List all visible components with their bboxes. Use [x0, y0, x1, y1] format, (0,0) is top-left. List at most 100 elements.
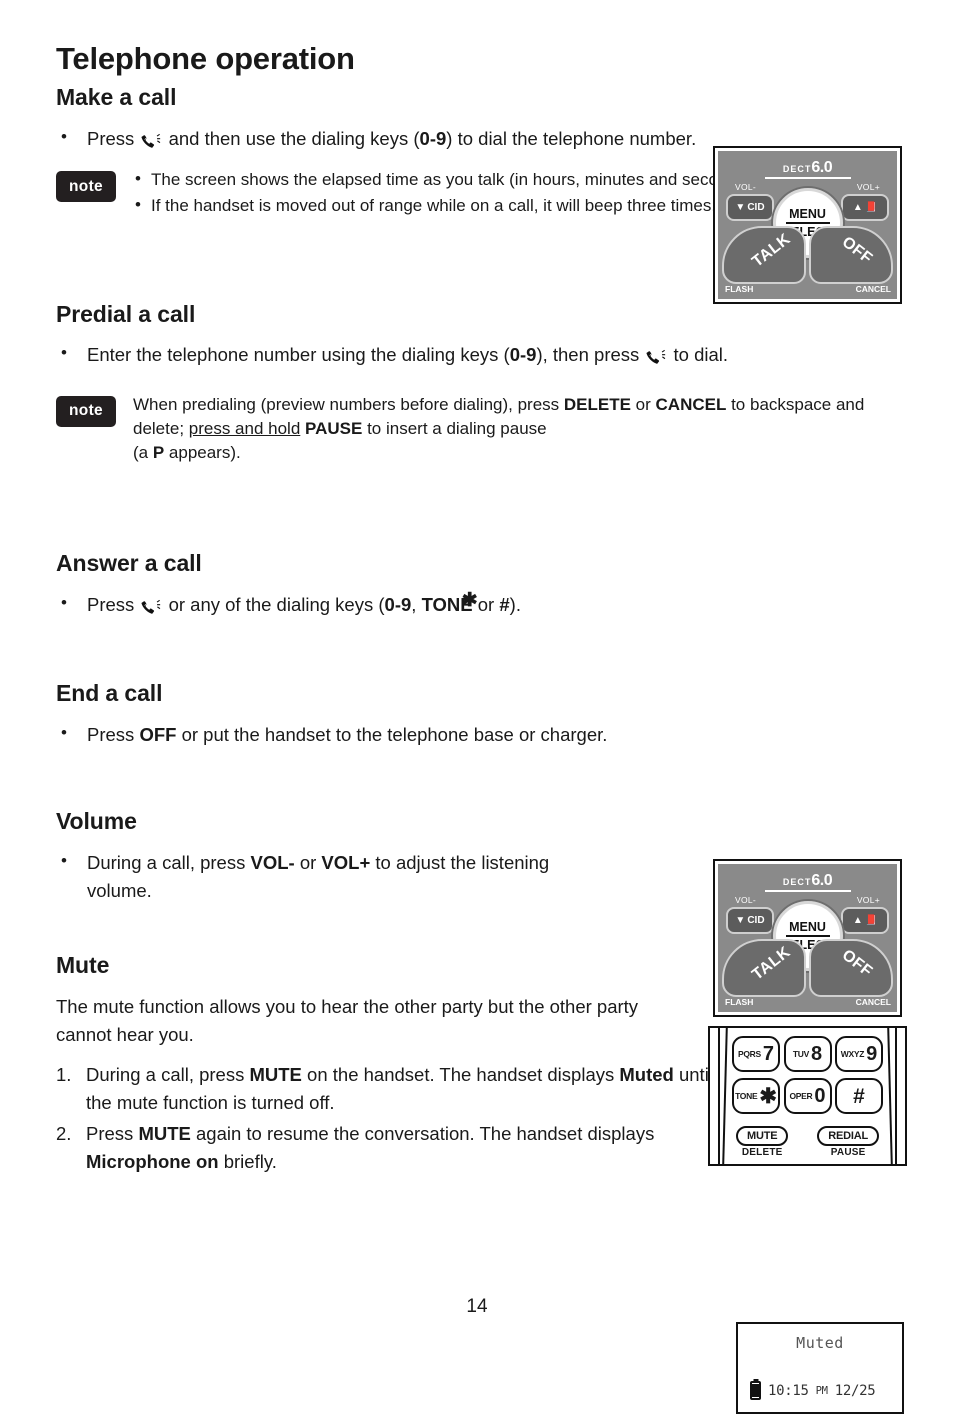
menu-divider: [785, 222, 830, 224]
talk-button: TALK: [722, 226, 806, 284]
pause-symbol: P: [152, 442, 165, 462]
key-off: OFF: [139, 723, 177, 745]
mute-button: MUTE: [736, 1126, 789, 1146]
handset-keypad-illustration: DECT6.0 VOL- VOL+ ▼ CID ▲ 📕 MENU SELECT TA…: [718, 151, 897, 299]
list-item: During a call, press VOL- or VOL+ to adj…: [56, 848, 616, 905]
note-paragraph: When predialing (preview numbers before …: [133, 393, 886, 465]
text-fragment: or any of the dialing keys (: [168, 593, 385, 615]
off-label: OFF: [838, 946, 875, 981]
keys-range: 0-9: [384, 593, 412, 615]
key-letters: TUV: [792, 1049, 809, 1059]
page-number: 14: [466, 1296, 488, 1317]
lcd-ampm: PM: [815, 1384, 828, 1397]
section-answer-a-call: Answer a call Press TALK or any of the d…: [56, 550, 886, 618]
key-9: WXYZ 9: [835, 1036, 883, 1072]
key-digit: 8: [810, 1043, 823, 1065]
key-digit: 7: [762, 1043, 774, 1065]
text-fragment: and then use the dialing keys (: [168, 127, 420, 149]
dect-branding: DECT6.0: [718, 159, 897, 177]
handset-keypad-illustration: DECT6.0 VOL- VOL+ ▼ CID ▲ 📕 MENU SELECT TA…: [718, 864, 897, 1012]
key-letters: WXYZ: [840, 1049, 865, 1059]
text-fragment: on the handset. The handset displays: [301, 1064, 620, 1086]
keypad-grid: PQRS 7 TUV 8 WXYZ 9 TONE ✱ OPER 0 #: [732, 1036, 883, 1120]
key-letters: OPER: [789, 1091, 813, 1101]
text-fragment: Press: [87, 723, 140, 745]
talk-label: TALK: [749, 230, 794, 271]
keypad-row: TONE ✱ OPER 0 #: [732, 1078, 883, 1114]
talk-handset-icon: TALK: [646, 346, 666, 364]
mute-steps: During a call, press MUTE on the handset…: [56, 1061, 716, 1175]
display-microphone-on: Microphone on: [86, 1150, 219, 1172]
key-mute: MUTE: [249, 1064, 302, 1086]
vol-minus-label: VOL-: [735, 895, 757, 905]
menu-label: MENU: [789, 919, 826, 934]
menu-label: MENU: [789, 206, 826, 221]
figure-lcd-display: Muted 10:15 PM 12/25: [736, 1322, 904, 1414]
cid-label: CID: [747, 915, 765, 926]
text-fragment: or: [294, 851, 322, 873]
talk-button: TALK: [722, 939, 806, 997]
key-pause: PAUSE: [305, 418, 363, 438]
note-badge: note: [56, 395, 116, 427]
list-item: During a call, press MUTE on the handset…: [56, 1061, 716, 1117]
heading-volume: Volume: [56, 808, 137, 835]
lcd-status-bar: 10:15 PM 12/25: [750, 1381, 894, 1400]
keys-range: 0-9: [419, 127, 447, 149]
text-fragment: briefly.: [218, 1150, 277, 1172]
list-item: Press MUTE again to resume the conversat…: [56, 1120, 716, 1176]
key-cancel: CANCEL: [655, 394, 727, 414]
vol-minus-label: VOL-: [735, 182, 757, 192]
lcd-date: 12/25: [834, 1382, 876, 1399]
text-fragment: Press: [86, 1122, 139, 1144]
cancel-label: CANCEL: [855, 997, 891, 1007]
figure-handset-keys-volume: DECT6.0 VOL- VOL+ ▼ CID ▲ 📕 MENU SELECT TA…: [713, 859, 902, 1017]
text-fragment: During a call, press: [86, 1064, 250, 1086]
redial-button: REDIAL: [817, 1126, 879, 1146]
text-fragment: ), then press: [536, 343, 640, 365]
menu-divider: [785, 935, 830, 937]
svg-text:TALK: TALK: [649, 346, 663, 359]
section-predial-a-call: Predial a call Enter the telephone numbe…: [56, 301, 886, 466]
dect-version: 6.0: [811, 159, 833, 176]
text-fragment: ) to dial the telephone number.: [446, 127, 697, 149]
off-label: OFF: [838, 233, 875, 268]
triangle-up-icon: ▲: [852, 915, 863, 926]
dect-version: 6.0: [811, 872, 833, 889]
note-body: When predialing (preview numbers before …: [133, 393, 886, 465]
answer-a-call-list: Press TALK or any of the dialing keys (0…: [56, 590, 886, 619]
text-fragment: to dial.: [673, 343, 729, 365]
directory-button: ▲ 📕: [841, 194, 889, 221]
press-and-hold-emphasis: press and hold: [188, 418, 301, 438]
triangle-down-icon: ▼: [735, 915, 746, 926]
asterisk-icon: ✱: [759, 1084, 777, 1108]
text-fragment: to insert a dialing pause: [362, 418, 547, 438]
document-page: Telephone operation Make a call Press TA…: [0, 0, 954, 1414]
lcd-status-text: Muted: [796, 1334, 844, 1352]
heading-end-a-call: End a call: [56, 680, 163, 707]
key-hash: #: [835, 1078, 883, 1114]
figure-handset-keys-top: DECT6.0 VOL- VOL+ ▼ CID ▲ 📕 MENU SELECT TA…: [713, 146, 902, 304]
cancel-label: CANCEL: [855, 284, 891, 294]
volume-list: During a call, press VOL- or VOL+ to adj…: [56, 848, 616, 905]
list-item: Enter the telephone number using the dia…: [56, 340, 886, 369]
keys-range: 0-9: [509, 343, 537, 365]
triangle-up-icon: ▲: [852, 202, 863, 213]
book-icon: 📕: [864, 202, 878, 213]
text-fragment: (a: [133, 442, 153, 462]
key-letters: PQRS: [737, 1049, 761, 1059]
list-item: Press TALK or any of the dialing keys (0…: [56, 590, 886, 619]
mute-key-group: MUTE DELETE: [736, 1126, 789, 1158]
text-fragment: During a call, press: [87, 851, 251, 873]
svg-text:TALK: TALK: [144, 130, 158, 143]
key-0: OPER 0: [783, 1078, 832, 1114]
text-fragment: ,: [411, 593, 422, 615]
cid-button: ▼ CID: [726, 194, 774, 221]
list-item: Press OFF or put the handset to the tele…: [56, 720, 886, 749]
note-predial: note When predialing (preview numbers be…: [56, 393, 886, 465]
text-fragment: When predialing (preview numbers before …: [133, 394, 564, 414]
off-button: OFF: [809, 226, 893, 284]
heading-predial-a-call: Predial a call: [56, 300, 196, 327]
key-mute: MUTE: [138, 1122, 191, 1144]
text-fragment: Press: [87, 593, 135, 615]
battery-icon: [750, 1381, 761, 1400]
